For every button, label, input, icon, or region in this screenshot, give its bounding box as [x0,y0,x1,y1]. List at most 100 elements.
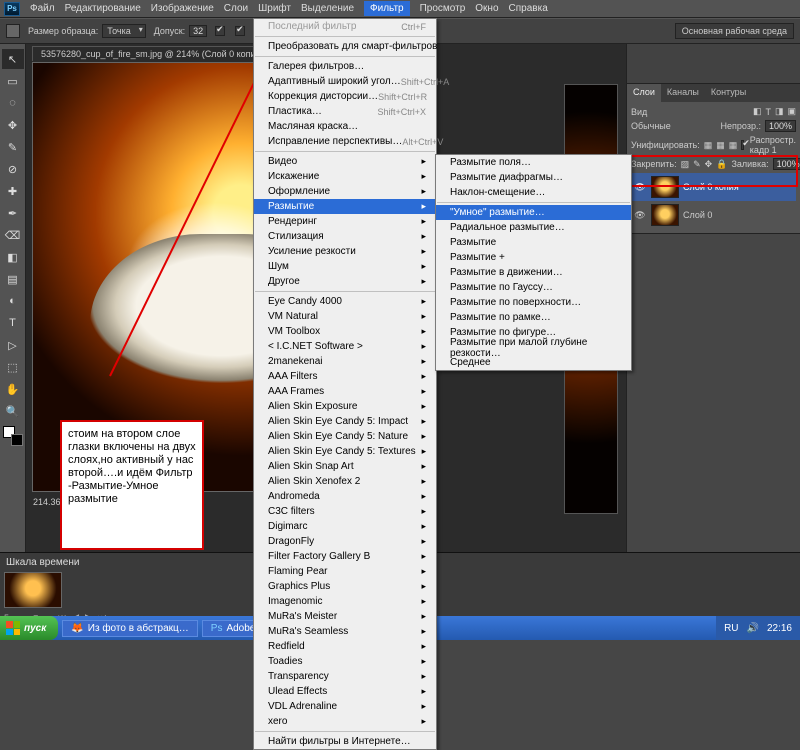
layer-row[interactable]: 👁Слой 0 копия [631,173,796,201]
submenu-item[interactable]: Размытие [436,235,631,250]
tolerance-field[interactable]: 32 [189,25,207,37]
fill-field[interactable]: 100% [773,158,800,170]
menu-item[interactable]: DragonFly [254,534,436,549]
tool-8[interactable]: ⌫ [2,225,24,245]
menu-item[interactable]: Filter Factory Gallery B [254,549,436,564]
timeline-frame[interactable] [4,572,62,608]
blur-submenu[interactable]: Размытие поля…Размытие диафрагмы…Наклон-… [435,154,632,371]
tool-4[interactable]: ✎ [2,137,24,157]
menu-item[interactable]: Найти фильтры в Интернете… [254,734,436,749]
menu-item[interactable]: Коррекция дисторсии…Shift+Ctrl+R [254,89,436,104]
propagate-check[interactable] [741,140,743,150]
blend-mode-dd[interactable]: Обычные [631,121,717,131]
menu-item[interactable]: Andromeda [254,489,436,504]
menu-item[interactable]: Toadies [254,654,436,669]
menu-item[interactable]: Alien Skin Snap Art [254,459,436,474]
tool-15[interactable]: ✋ [2,379,24,399]
workspace-switcher[interactable]: Основная рабочая среда [675,23,794,39]
tool-0[interactable]: ↖ [2,49,24,69]
menu-item[interactable]: Оформление [254,184,436,199]
tool-10[interactable]: ▤ [2,269,24,289]
submenu-item[interactable]: Размытие по Гауссу… [436,280,631,295]
menu-view[interactable]: Просмотр [420,3,466,14]
menu-help[interactable]: Справка [509,3,548,14]
tray-lang[interactable]: RU [724,623,738,634]
submenu-item[interactable]: Радиальное размытие… [436,220,631,235]
menu-item[interactable]: MuRa's Meister [254,609,436,624]
tab-paths[interactable]: Контуры [705,84,752,102]
tool-preset-icon[interactable] [6,24,20,38]
visibility-eye-icon[interactable]: 👁 [633,182,647,193]
menu-layers[interactable]: Слои [224,3,248,14]
menu-item[interactable]: Alien Skin Xenofex 2 [254,474,436,489]
tool-14[interactable]: ⬚ [2,357,24,377]
menu-item[interactable]: Шум [254,259,436,274]
menu-item[interactable]: < I.C.NET Software > [254,339,436,354]
collapsed-panels[interactable] [627,44,800,84]
submenu-item[interactable]: Размытие в движении… [436,265,631,280]
color-swatches[interactable] [3,426,23,446]
menu-select[interactable]: Выделение [301,3,354,14]
menu-item[interactable]: Стилизация [254,229,436,244]
contig-check[interactable] [235,26,245,36]
menu-window[interactable]: Окно [475,3,498,14]
tab-channels[interactable]: Каналы [661,84,705,102]
submenu-item[interactable]: Наклон-смещение… [436,185,631,200]
submenu-item[interactable]: Размытие по рамке… [436,310,631,325]
menu-item[interactable]: Другое [254,274,436,289]
menu-item[interactable]: Ulead Effects [254,684,436,699]
tool-13[interactable]: ▷ [2,335,24,355]
visibility-eye-icon[interactable]: 👁 [633,210,647,221]
menu-item[interactable]: Масляная краска… [254,119,436,134]
tab-layers[interactable]: Слои [627,84,661,102]
menubar[interactable]: Ps Файл Редактирование Изображение Слои … [0,0,800,18]
sample-size-dd[interactable]: Точка [102,24,145,38]
tool-9[interactable]: ◧ [2,247,24,267]
menu-edit[interactable]: Редактирование [65,3,141,14]
menu-item[interactable]: Последний фильтрCtrl+F [254,19,436,34]
menu-item[interactable]: Eye Candy 4000 [254,294,436,309]
menu-file[interactable]: Файл [30,3,55,14]
menu-item[interactable]: Alien Skin Exposure [254,399,436,414]
tool-16[interactable]: 🔍 [2,401,24,421]
menu-item[interactable]: Усиление резкости [254,244,436,259]
submenu-item[interactable]: Размытие поля… [436,155,631,170]
menu-item[interactable]: C3C filters [254,504,436,519]
tool-6[interactable]: ✚ [2,181,24,201]
tool-12[interactable]: T [2,313,24,333]
menu-item[interactable]: VM Toolbox [254,324,436,339]
menu-item[interactable]: Alien Skin Eye Candy 5: Nature [254,429,436,444]
menu-item[interactable]: Размытие [254,199,436,214]
menu-item[interactable]: Искажение [254,169,436,184]
tray-clock[interactable]: 22:16 [767,623,792,634]
menu-item[interactable]: VDL Adrenaline [254,699,436,714]
tool-2[interactable]: ◌ [2,93,24,113]
tool-5[interactable]: ⊘ [2,159,24,179]
start-button[interactable]: пуск [0,616,58,640]
menu-item[interactable]: AAA Frames [254,384,436,399]
menu-item[interactable]: Digimarc [254,519,436,534]
unify-icon[interactable]: ▦ [704,140,713,151]
menu-item[interactable]: Imagenomic [254,594,436,609]
menu-item[interactable]: Redfield [254,639,436,654]
aa-check[interactable] [215,26,225,36]
menu-item[interactable]: 2manekenai [254,354,436,369]
menu-type[interactable]: Шрифт [258,3,291,14]
tool-11[interactable]: ◐ [2,291,24,311]
layer-kind-dd[interactable] [651,107,749,117]
filter-menu-dropdown[interactable]: Последний фильтрCtrl+F Преобразовать для … [253,18,437,750]
menu-item[interactable]: Видео [254,154,436,169]
menu-item[interactable]: AAA Filters [254,369,436,384]
tool-7[interactable]: ✒ [2,203,24,223]
opacity-field[interactable]: 100% [765,120,796,132]
submenu-item[interactable]: Размытие диафрагмы… [436,170,631,185]
menu-item[interactable]: Галерея фильтров… [254,59,436,74]
menu-item[interactable]: Преобразовать для смарт-фильтров [254,39,436,54]
layer-row[interactable]: 👁Слой 0 [631,201,796,229]
menu-item[interactable]: Graphics Plus [254,579,436,594]
menu-item[interactable]: Flaming Pear [254,564,436,579]
menu-item[interactable]: Рендеринг [254,214,436,229]
menu-item[interactable]: Alien Skin Eye Candy 5: Impact [254,414,436,429]
menu-item[interactable]: Исправление перспективы…Alt+Ctrl+V [254,134,436,149]
submenu-item[interactable]: Размытие + [436,250,631,265]
